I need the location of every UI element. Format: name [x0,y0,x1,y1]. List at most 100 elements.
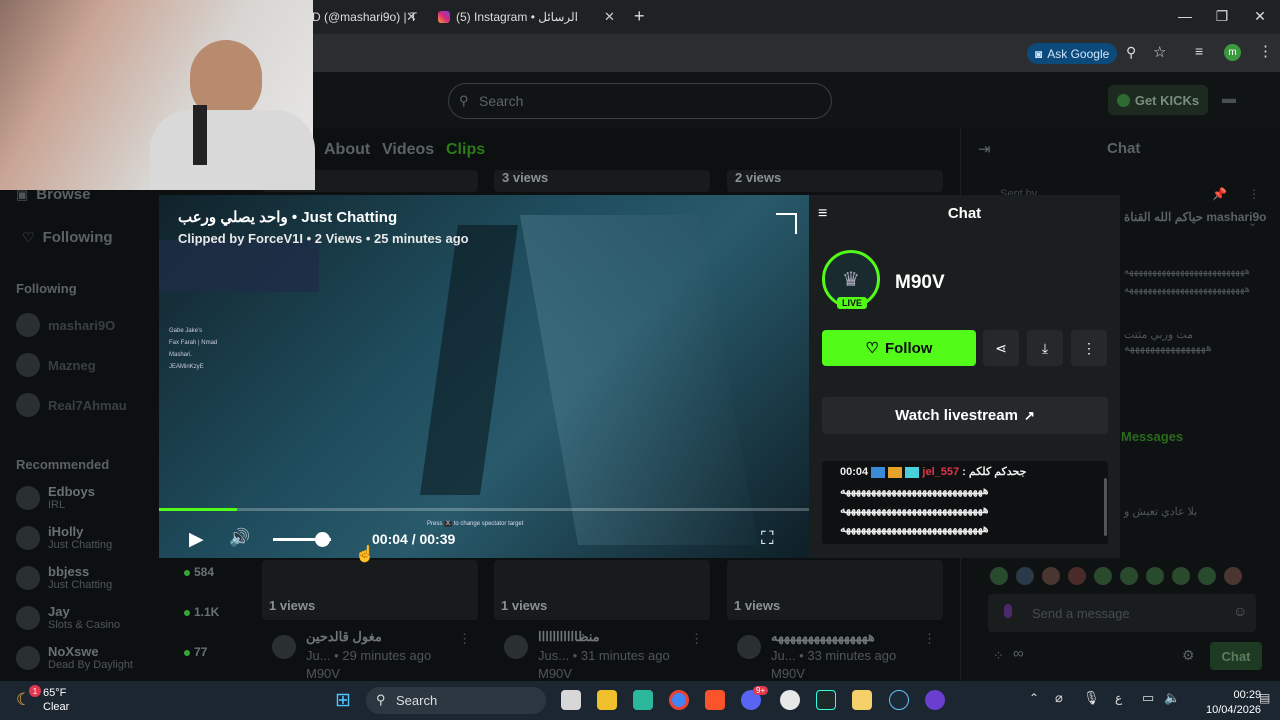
clip-channel[interactable]: M90V [306,666,340,681]
steam-icon[interactable] [889,690,909,710]
chat-extras-icon[interactable]: ⁘ [993,648,1004,664]
more-button[interactable]: ⋮ [1071,330,1107,366]
following-user[interactable]: Mazneg [16,353,96,377]
close-tab-icon[interactable]: ✕ [406,9,417,25]
profile-avatar[interactable]: m [1224,44,1241,61]
task-view-icon[interactable] [561,690,581,710]
recommended-channel[interactable]: Edboys IRL [16,484,95,511]
emote-icon[interactable] [1016,567,1034,585]
play-icon[interactable]: ▶ [189,528,204,551]
app-icon[interactable] [925,690,945,710]
chat-settings-icon[interactable]: ⚙ [1182,647,1195,664]
recommended-channel[interactable]: bbjess Just Chatting [16,564,112,591]
file-explorer-icon[interactable] [597,690,617,710]
emoji-icon[interactable]: ☺ [1233,603,1247,619]
tab-videos[interactable]: Videos [382,141,434,159]
chat-send-button[interactable]: Chat [1210,642,1262,670]
speaker-icon[interactable]: 🔈 [1164,690,1180,706]
weather-widget[interactable]: 65°F Clear [43,686,69,714]
zoom-icon[interactable]: ⚲ [1126,44,1136,61]
more-options-icon[interactable]: ⋮ [690,631,703,647]
pinned-message: حياكم الله القناة mashari9o [1124,210,1267,224]
pin-icon[interactable]: 📌 [1212,187,1227,201]
follow-button[interactable]: ♡ Follow [822,330,976,366]
emote-icon[interactable] [1120,567,1138,585]
emote-icon[interactable] [1198,567,1216,585]
tab-instagram[interactable]: (5) Instagram • الرسائل [438,6,578,28]
clip-title[interactable]: مغول قالدحين [306,629,382,645]
recommended-channel[interactable]: Jay Slots & Casino [16,604,120,631]
video-scene-wall [519,215,759,545]
notifications-icon[interactable]: ▤ [1259,691,1270,705]
expand-pinned-icon[interactable]: ⌄ [1248,216,1257,229]
terminal-icon[interactable] [816,690,836,710]
following-user[interactable]: Real7Ahmau [16,393,127,417]
chat-message-input[interactable]: Send a message [988,594,1256,632]
language-indicator[interactable]: ع [1115,691,1122,705]
tab-clips[interactable]: Clips [446,141,485,159]
sidebar-following[interactable]: ♡ Following [22,229,113,246]
clip-title[interactable]: منظااااااااااا [538,629,600,645]
reading-list-icon[interactable]: ≡ [1195,43,1203,59]
recommended-channel[interactable]: iHolly Just Chatting [16,524,112,551]
chat-username[interactable]: jel_557 [922,466,959,478]
more-options-icon[interactable]: ⋮ [923,631,936,647]
emote-icon[interactable] [990,567,1008,585]
tab-tiktok[interactable]: D (@mashari9o) | T [312,6,417,28]
new-tab-icon[interactable]: + [634,6,645,27]
pinned-more-icon[interactable]: ⋮ [1248,187,1260,201]
emote-icon[interactable] [1094,567,1112,585]
watch-livestream-button[interactable]: Watch livestream ↗ [822,397,1108,434]
badge-icon [871,466,886,478]
browser-menu-icon[interactable]: ⋮ [1258,42,1273,60]
brave-icon[interactable] [705,690,725,710]
clip-video-player[interactable]: Gabe Jake's Fax Farah | Nmad Mashari. JE… [159,195,809,558]
user-menu-icon[interactable]: ▬ [1222,90,1236,106]
app-icon[interactable] [633,690,653,710]
tab-about[interactable]: About [324,141,370,159]
taskbar-search[interactable]: ⚲ Search [366,687,546,714]
infinity-icon[interactable]: ∞ [1013,645,1024,662]
recommended-channel[interactable]: NoXswe Dead By Daylight [16,644,133,671]
network-icon[interactable]: ⌀ [1055,690,1063,706]
new-messages-indicator[interactable]: Messages [1121,429,1183,444]
get-kicks-button[interactable]: Get KICKs [1108,85,1208,115]
download-button[interactable]: ⤓ [1027,330,1063,366]
emote-icon[interactable] [1224,567,1242,585]
chrome-icon[interactable] [669,690,689,710]
close-window-icon[interactable]: ✕ [1245,8,1275,25]
display-icon[interactable]: ▭ [1142,690,1154,706]
fullscreen-icon[interactable]: ⛶ [761,528,774,549]
more-options-icon[interactable]: ⋮ [458,631,471,647]
progress-bar[interactable] [159,508,809,511]
search-icon: ⚲ [376,692,386,707]
close-clip-icon[interactable] [776,213,797,234]
clip-title[interactable]: ههههههههههههههههه [771,629,921,645]
maximize-icon[interactable]: ❐ [1207,8,1237,25]
bookmark-star-icon[interactable]: ☆ [1153,43,1166,61]
volume-icon[interactable]: 🔊 [229,528,250,548]
system-clock[interactable]: 00:29 10/04/2026 [1206,688,1261,718]
microphone-icon[interactable]: 🎙 [1083,690,1100,706]
emote-icon[interactable] [1146,567,1164,585]
clip-channel[interactable]: M90V [538,666,572,681]
chat-scrollbar[interactable] [1104,478,1107,536]
following-user[interactable]: mashari9O [16,313,115,337]
streamer-name[interactable]: M90V [895,272,945,294]
share-button[interactable]: ⋖ [983,330,1019,366]
app-icon[interactable] [852,690,872,710]
steelseries-icon[interactable] [780,690,800,710]
collapse-chat-icon[interactable]: ⇥ [978,140,991,158]
site-search-input[interactable]: ⚲ Search [448,83,832,119]
minimize-icon[interactable]: — [1170,8,1200,24]
emote-icon[interactable] [1068,567,1086,585]
show-hidden-icons-icon[interactable]: ⌃ [1029,691,1039,705]
windows-start-icon[interactable]: ⊞ [335,689,351,712]
ask-google-button[interactable]: ◙ Ask Google [1027,43,1118,64]
kicks-icon[interactable] [1004,604,1012,618]
microphone [193,105,207,165]
emote-icon[interactable] [1042,567,1060,585]
clip-channel[interactable]: M90V [771,666,805,681]
emote-icon[interactable] [1172,567,1190,585]
close-tab-icon[interactable]: ✕ [604,9,615,25]
